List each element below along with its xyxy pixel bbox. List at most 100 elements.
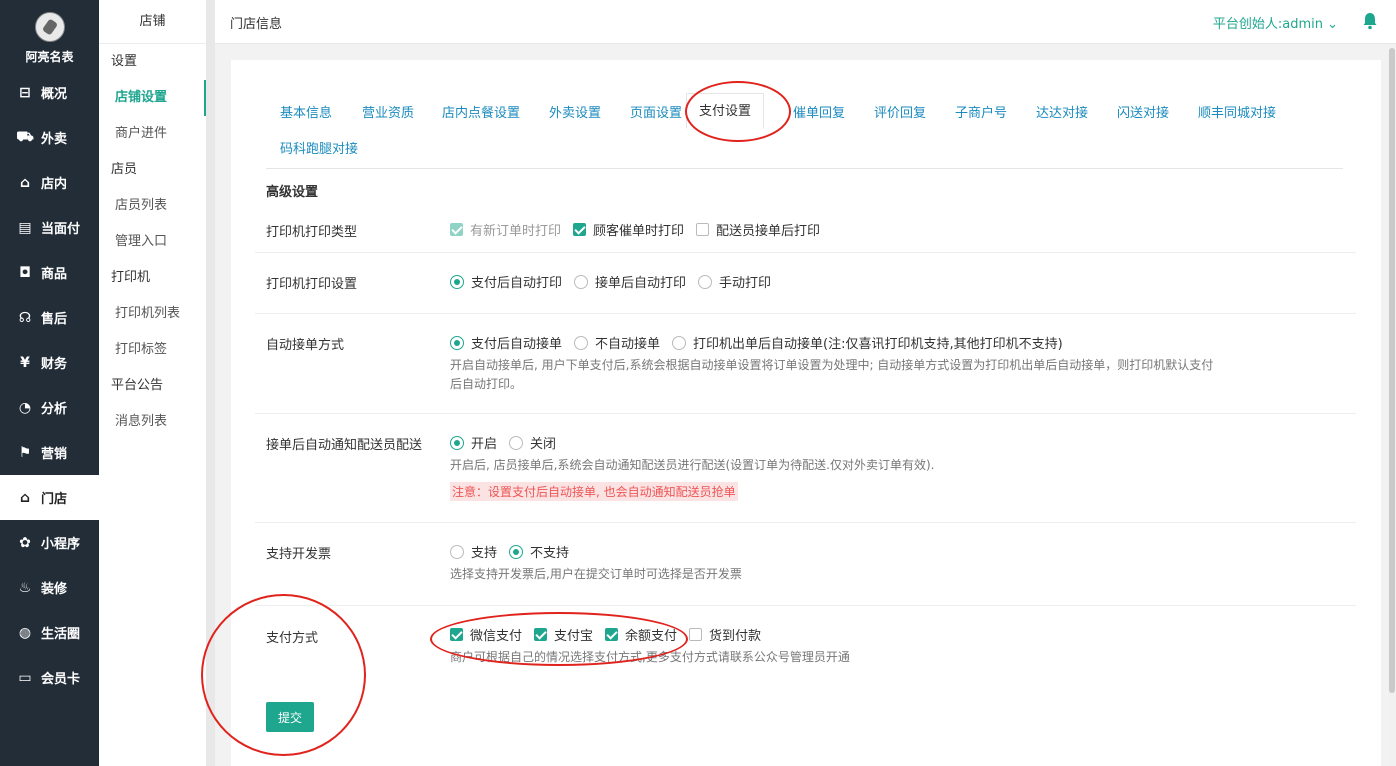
cash-on-delivery-option[interactable]: 货到付款 — [689, 625, 761, 644]
notify-off-radio[interactable] — [509, 435, 524, 450]
delivery-icon: ⛟ — [16, 128, 34, 145]
subnav-group-title: 平台公告 — [111, 378, 164, 393]
nav-item-label: 门店 — [41, 492, 68, 507]
row-pay-methods: 支付方式 微信支付 支付宝 余额支付 货到付款 商户可根据自己的情况选择支付方式… — [255, 606, 1356, 676]
nav-item[interactable]: ⚑ 营销 — [0, 430, 99, 475]
settings-tab[interactable]: 闪送对接 — [1117, 96, 1169, 132]
subnav-item[interactable]: 店铺设置 — [99, 80, 206, 116]
print-after-courier-checkbox[interactable] — [696, 223, 710, 236]
nav-item[interactable]: ◍ 生活圈 — [0, 610, 99, 655]
no-auto-accept-radio[interactable] — [574, 335, 589, 350]
alipay-checkbox[interactable] — [534, 628, 548, 641]
alipay-option[interactable]: 支付宝 — [534, 625, 593, 644]
pay-methods-label: 支付方式 — [266, 631, 319, 646]
nav-item[interactable]: ✿ 小程序 — [0, 520, 99, 565]
page-scrollbar[interactable] — [1388, 44, 1396, 766]
row-auto-accept: 自动接单方式 支付后自动接单 不自动接单 打印机出单后自动接单(注:仅喜讯打印机… — [255, 314, 1356, 414]
settings-tab[interactable]: 评价回复 — [874, 96, 926, 132]
nav-item[interactable]: ◘ 商品 — [0, 250, 99, 295]
settings-tab[interactable]: 子商户号 — [955, 96, 1007, 132]
print-after-pay-option[interactable]: 支付后自动打印 — [450, 272, 562, 291]
option-label: 打印机出单后自动接单(注:仅喜讯打印机支持,其他打印机不支持) — [693, 337, 1063, 352]
miniapp-icon: ✿ — [19, 534, 31, 551]
settings-tab[interactable]: 页面设置 — [630, 96, 682, 132]
invoice-options: 支持 不支持 — [450, 542, 581, 561]
nav-item[interactable]: ◔ 分析 — [0, 385, 99, 430]
option-label: 不自动接单 — [595, 337, 661, 352]
settings-tab[interactable]: 基本信息 — [280, 96, 332, 132]
settings-tab[interactable]: 码科跑腿对接 — [280, 132, 358, 168]
settings-tab[interactable]: 支付设置 — [686, 93, 765, 129]
option-label: 余额支付 — [625, 629, 678, 644]
row-auto-notify: 接单后自动通知配送员配送 开启 关闭 开启后, 店员接单后,系统会自动通知配送员… — [255, 414, 1356, 523]
invoice-no-option[interactable]: 不支持 — [509, 542, 569, 561]
settings-tab[interactable]: 催单回复 — [793, 96, 845, 132]
nav-item[interactable]: ⌂ 门店 — [0, 475, 99, 520]
no-auto-accept-option[interactable]: 不自动接单 — [574, 333, 660, 352]
nav-item[interactable]: ☊ 售后 — [0, 295, 99, 340]
nav-item-label: 分析 — [41, 402, 68, 417]
subnav-item[interactable]: 打印标签 — [99, 332, 206, 368]
print-on-reminder-checkbox[interactable] — [573, 223, 587, 236]
user-menu[interactable]: 平台创始人:admin ⌄ — [1213, 13, 1338, 32]
nav-item[interactable]: ⛟ 外卖 — [0, 115, 99, 160]
invoice-no-radio[interactable] — [509, 544, 524, 559]
settings-tab[interactable]: 达达对接 — [1036, 96, 1088, 132]
notify-on-radio[interactable] — [450, 435, 464, 450]
print-after-courier-option[interactable]: 配送员接单后打印 — [696, 220, 820, 239]
scrollbar-thumb[interactable] — [1389, 48, 1395, 693]
option-label: 配送员接单后打印 — [716, 224, 821, 239]
print-after-accept-option[interactable]: 接单后自动打印 — [574, 272, 686, 291]
nav-item[interactable]: ♨ 装修 — [0, 565, 99, 610]
subnav-item[interactable]: 打印机列表 — [99, 296, 206, 332]
settings-tab[interactable]: 店内点餐设置 — [442, 96, 520, 132]
nav-item[interactable]: ¥ 财务 — [0, 340, 99, 385]
accept-after-pay-option[interactable]: 支付后自动接单 — [450, 333, 562, 352]
subnav-item[interactable]: 消息列表 — [99, 404, 206, 440]
subnav-item[interactable]: 商户进件 — [99, 116, 206, 152]
nav-item-label: 店内 — [41, 177, 68, 192]
auto-accept-help: 开启自动接单后, 用户下单支付后,系统会根据自动接单设置将订单设置为处理中; 自… — [450, 356, 1213, 394]
cash-on-delivery-checkbox[interactable] — [689, 628, 703, 641]
print-after-pay-radio[interactable] — [450, 274, 464, 289]
settings-tab[interactable]: 外卖设置 — [549, 96, 601, 132]
print-after-accept-radio[interactable] — [574, 274, 589, 289]
manual-print-radio[interactable] — [698, 274, 713, 289]
submit-button[interactable]: 提交 — [266, 702, 314, 732]
invoice-label: 支持开发票 — [266, 547, 332, 562]
notify-on-option[interactable]: 开启 — [450, 433, 497, 452]
bell-icon[interactable] — [1362, 12, 1378, 30]
subnav-item[interactable]: 管理入口 — [99, 224, 206, 260]
auto-notify-options: 开启 关闭 — [450, 433, 568, 452]
settings-tab[interactable]: 营业资质 — [362, 96, 414, 132]
row-print-type: 打印机打印类型 有新订单时打印 顾客催单时打印 配送员接单后打印 — [255, 207, 1356, 253]
accept-after-pay-radio[interactable] — [450, 335, 464, 350]
print-on-reminder-option[interactable]: 顾客催单时打印 — [573, 220, 684, 239]
wechat-pay-option[interactable]: 微信支付 — [450, 625, 522, 644]
balance-pay-option[interactable]: 余额支付 — [605, 625, 677, 644]
main-sidebar: 阿亮名表 ⊟ 概况 ⛟ 外卖 ⌂ 店内 ▤ 当面付 ◘ 商品 ☊ 售后 ¥ 财务 ◔ 分析 ⚑ 营销 ⌂ 门店 ✿ 小程序… — [0, 0, 99, 766]
shop-icon: ⌂ — [19, 489, 31, 506]
invoice-yes-radio[interactable] — [450, 544, 464, 559]
manual-print-option[interactable]: 手动打印 — [698, 272, 771, 291]
nav-item-label: 商品 — [41, 267, 68, 282]
section-title: 高级设置 — [266, 185, 319, 200]
invoice-yes-option[interactable]: 支持 — [450, 542, 497, 561]
invoice-help: 选择支持开发票后,用户在提交订单时可选择是否开发票 — [450, 567, 742, 581]
nav-item-label: 装修 — [41, 582, 68, 597]
option-label: 手动打印 — [719, 276, 772, 291]
nav-item-label: 会员卡 — [41, 672, 81, 687]
nav-item[interactable]: ▤ 当面付 — [0, 205, 99, 250]
nav-item[interactable]: ⊟ 概况 — [0, 70, 99, 115]
wechat-pay-checkbox[interactable] — [450, 628, 463, 641]
nav-item[interactable]: ⌂ 店内 — [0, 160, 99, 205]
nav-item-label: 售后 — [41, 312, 68, 327]
nav-item[interactable]: ▭ 会员卡 — [0, 655, 99, 700]
settings-tab[interactable]: 顺丰同城对接 — [1198, 96, 1276, 132]
print-setting-options: 支付后自动打印 接单后自动打印 手动打印 — [450, 272, 783, 291]
accept-after-print-radio[interactable] — [672, 335, 687, 350]
subnav-item[interactable]: 店员列表 — [99, 188, 206, 224]
notify-off-option[interactable]: 关闭 — [509, 433, 556, 452]
balance-pay-checkbox[interactable] — [605, 628, 619, 641]
accept-after-print-option[interactable]: 打印机出单后自动接单(注:仅喜讯打印机支持,其他打印机不支持) — [672, 333, 1063, 352]
